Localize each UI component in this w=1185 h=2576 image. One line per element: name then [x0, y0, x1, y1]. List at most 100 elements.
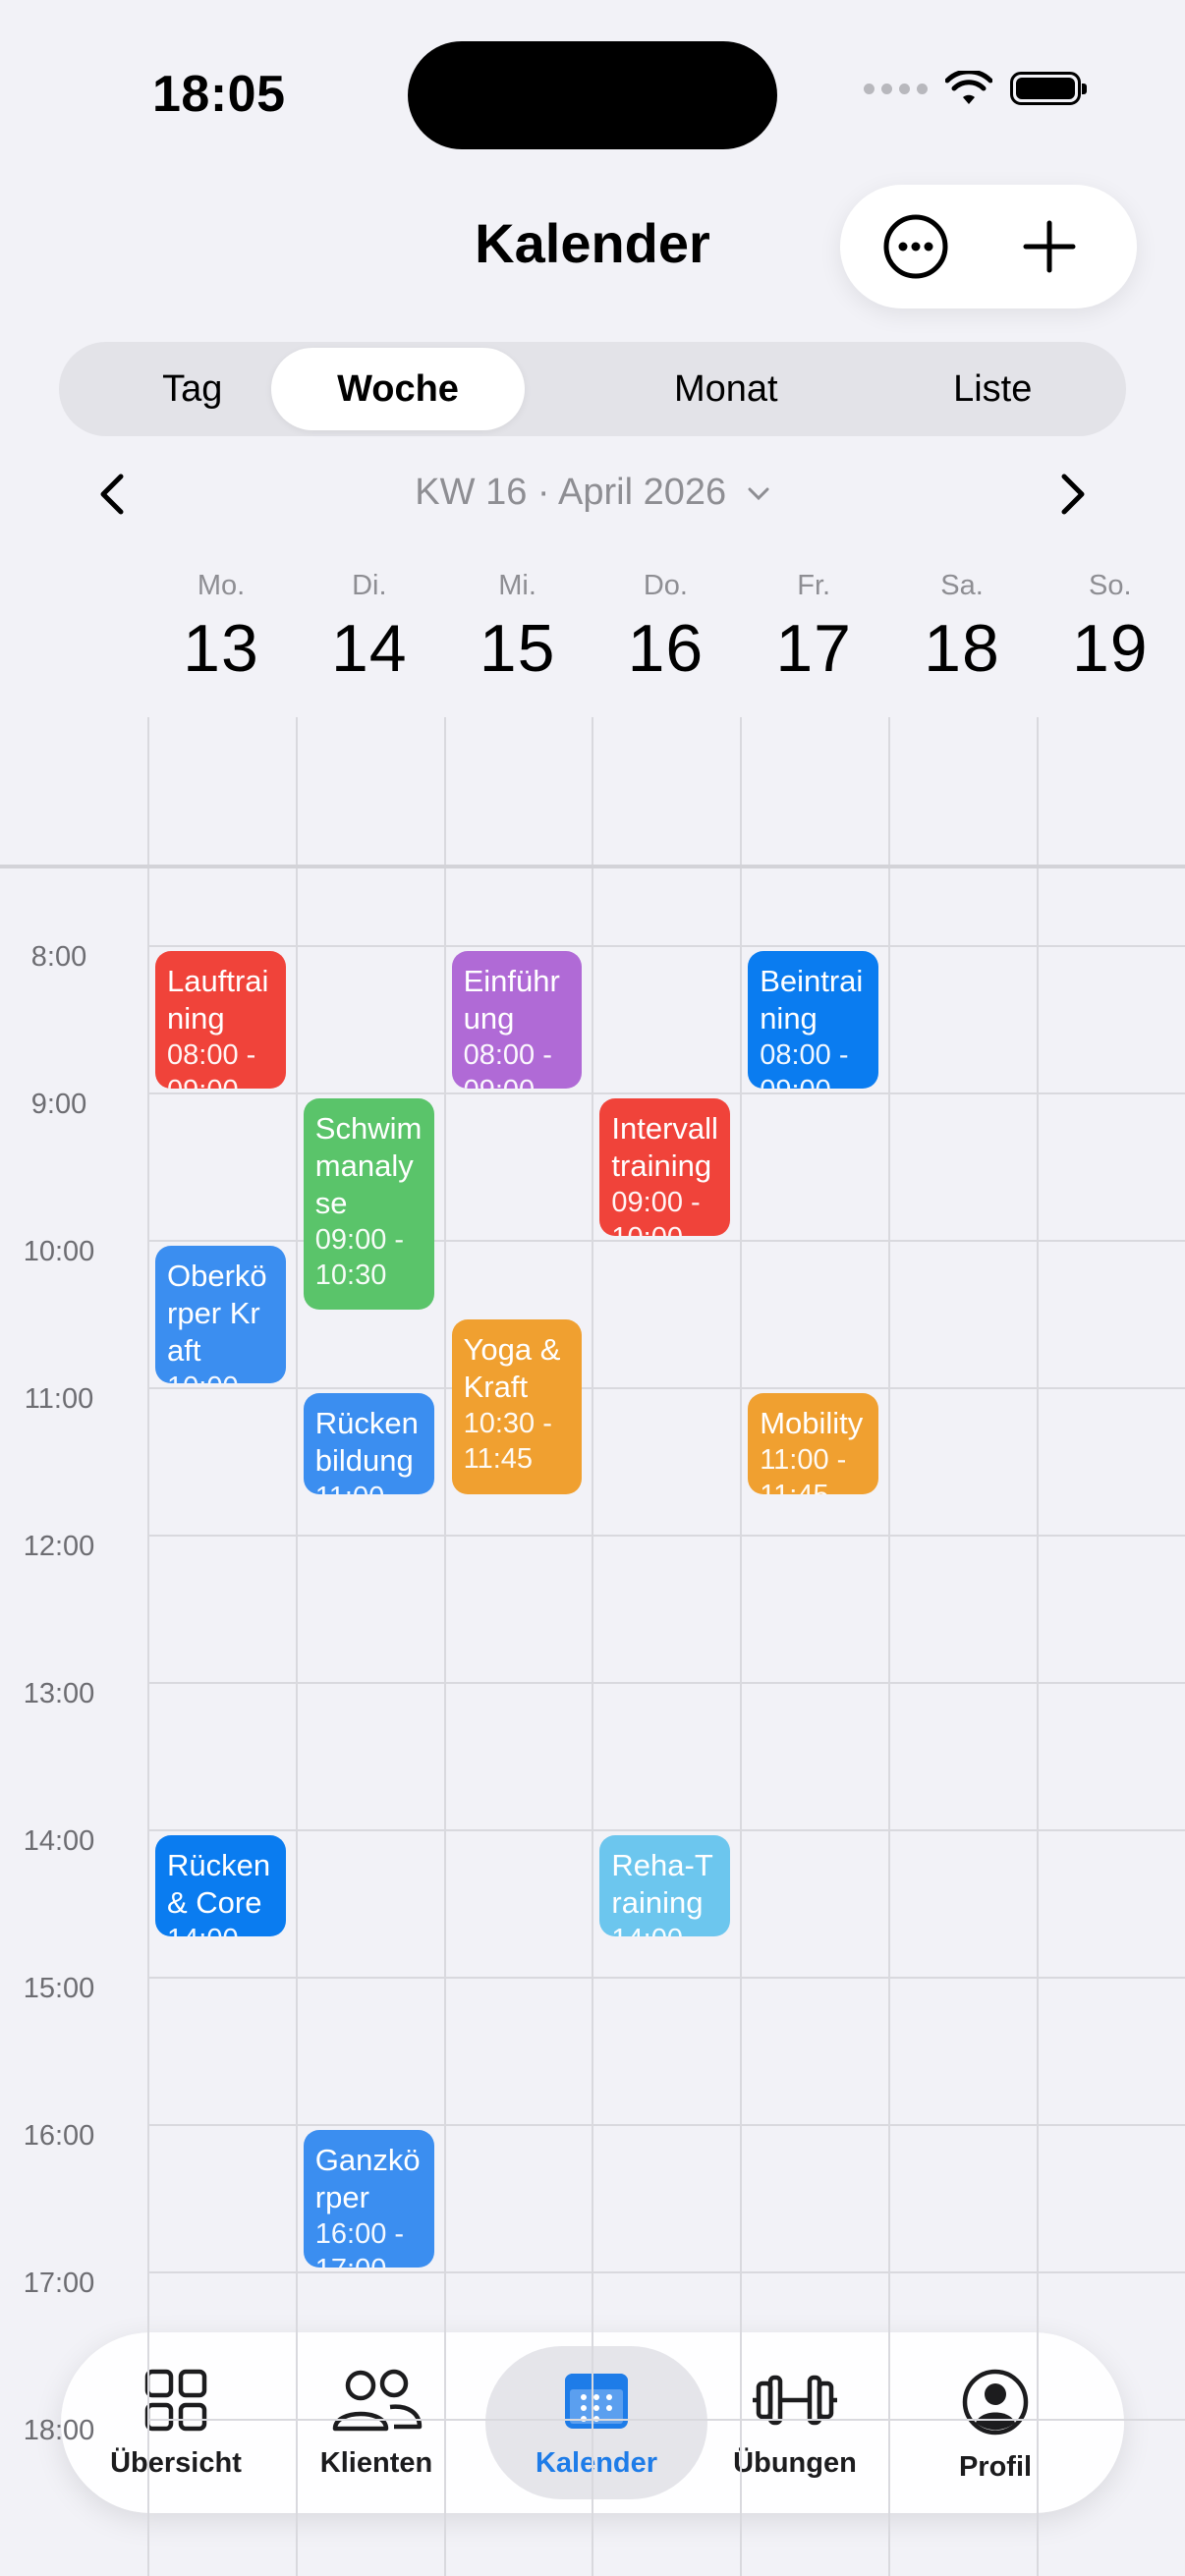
- hour-line: [147, 2419, 1185, 2421]
- grid-icon: [143, 2368, 208, 2437]
- next-week-button[interactable]: [1045, 467, 1100, 522]
- calendar-event[interactable]: Reha-Training 14:00 - 14:45: [599, 1835, 731, 1936]
- hour-label: 9:00: [30, 1089, 87, 1120]
- all-day-separator: [0, 865, 1185, 868]
- tab-liste[interactable]: Liste: [866, 348, 1121, 430]
- day-name: So.: [1089, 570, 1132, 601]
- event-title: Intervalltraining: [611, 1111, 718, 1183]
- column-divider: [1036, 717, 1039, 2576]
- calendar-event[interactable]: Lauftraining08:00 - 09:00: [155, 951, 286, 1089]
- tab-uebungen[interactable]: Übungen: [694, 2346, 896, 2499]
- event-time: 14:00 - 14:45: [611, 1922, 718, 1936]
- day-header-13[interactable]: Mo. 13: [147, 570, 295, 687]
- people-icon: [329, 2368, 423, 2437]
- day-header-14[interactable]: Di. 14: [296, 570, 443, 687]
- event-title: Reha-Training: [611, 1848, 713, 1920]
- tab-klienten[interactable]: Klienten: [275, 2346, 478, 2499]
- day-number: 16: [627, 611, 705, 686]
- day-header-17[interactable]: Fr. 17: [740, 570, 887, 687]
- day-name: Sa.: [940, 570, 984, 601]
- hour-line: [147, 1535, 1185, 1537]
- calendar-event[interactable]: Mobility 11:00 - 11:45: [748, 1393, 878, 1494]
- week-selector[interactable]: KW 16 · April 2026: [0, 472, 1185, 514]
- calendar-event[interactable]: Rücken & Core 14:00 - 14:45: [155, 1835, 286, 1936]
- person-circle-icon: [961, 2368, 1030, 2441]
- signal-icon: [864, 83, 928, 94]
- hour-label: 16:00: [23, 2120, 95, 2152]
- column-divider: [740, 717, 743, 2576]
- event-time: 08:00 - 09:00: [167, 1039, 256, 1089]
- event-time: 08:00 - 09:00: [463, 1039, 552, 1089]
- day-name: Mi.: [498, 570, 536, 601]
- hour-line: [147, 1977, 1185, 1979]
- event-title: Ganzkörper: [314, 2143, 421, 2214]
- event-title: Rückenbildung: [314, 1406, 419, 1478]
- view-mode-segmented: Tag Woche Monat Liste: [59, 342, 1126, 436]
- calendar-event[interactable]: Beintraining08:00 - 09:00: [748, 951, 878, 1089]
- tab-label: Profil: [958, 2451, 1033, 2483]
- week-label: KW 16 · April 2026: [415, 472, 727, 513]
- battery-icon: [1010, 72, 1087, 105]
- calendar-icon: [562, 2368, 631, 2437]
- day-header-16[interactable]: Do. 16: [592, 570, 739, 687]
- calendar-event[interactable]: Ganzkörper16:00 - 17:00: [303, 2130, 434, 2268]
- hour-label: 15:00: [23, 1973, 95, 2004]
- day-header-18[interactable]: Sa. 18: [888, 570, 1036, 687]
- day-header-19[interactable]: So. 19: [1037, 570, 1184, 687]
- hour-label: 18:00: [23, 2415, 95, 2446]
- chevron-right-icon: [1061, 474, 1085, 515]
- header-actions: [840, 185, 1137, 308]
- day-name: Mo.: [197, 570, 246, 601]
- hour-line: [147, 2124, 1185, 2126]
- hour-label: 12:00: [23, 1531, 95, 1562]
- plus-icon: [1023, 220, 1076, 273]
- calendar-event[interactable]: Oberkörper Kraft 10:00 - 11:00: [155, 1246, 286, 1383]
- tab-kalender[interactable]: Kalender: [485, 2346, 707, 2499]
- day-number: 15: [479, 611, 556, 686]
- day-name: Fr.: [797, 570, 831, 601]
- hour-line: [147, 1387, 1185, 1389]
- day-number: 18: [924, 611, 1000, 686]
- tab-label: Übungen: [733, 2447, 857, 2479]
- hour-label: 8:00: [30, 941, 87, 973]
- tab-monat[interactable]: Monat: [598, 348, 854, 430]
- day-number: 19: [1071, 611, 1149, 686]
- day-number: 17: [775, 611, 852, 686]
- hour-line: [147, 1829, 1185, 1831]
- hour-label: 14:00: [23, 1825, 95, 1857]
- dumbbell-icon: [751, 2368, 839, 2437]
- event-title: Beintraining: [760, 964, 864, 1036]
- day-name: Di.: [352, 570, 387, 601]
- event-time: 11:00 - 11:45: [315, 1480, 423, 1494]
- event-time: 14:00 - 14:45: [167, 1922, 274, 1936]
- tab-woche[interactable]: Woche: [271, 348, 525, 430]
- calendar-event[interactable]: Schwimmanalyse 09:00 - 10:30: [303, 1098, 434, 1310]
- event-title: Mobility: [760, 1406, 864, 1440]
- event-time: 16:00 - 17:00: [314, 2218, 405, 2268]
- day-number: 13: [183, 611, 259, 686]
- hour-line: [147, 1682, 1185, 1684]
- hour-label: 13:00: [23, 1678, 95, 1709]
- more-button[interactable]: [876, 207, 955, 286]
- event-time: 08:00 - 09:00: [760, 1039, 849, 1089]
- status-time: 18:05: [152, 66, 286, 123]
- tab-profil[interactable]: Profil: [894, 2346, 1097, 2499]
- calendar-event[interactable]: Intervalltraining09:00 - 10:00: [599, 1098, 731, 1236]
- calendar-event[interactable]: Yoga & Kraft 10:30 - 11:45: [451, 1319, 583, 1494]
- column-divider: [295, 717, 298, 2576]
- hour-label: 11:00: [24, 1383, 94, 1415]
- event-title: Einführung: [463, 964, 560, 1036]
- chevron-down-icon: [748, 487, 769, 501]
- calendar-event[interactable]: Rückenbildung 11:00 - 11:45: [303, 1393, 434, 1494]
- hour-label: 10:00: [23, 1236, 95, 1267]
- day-name: Do.: [643, 570, 688, 601]
- day-header-15[interactable]: Mi. 15: [444, 570, 592, 687]
- column-divider: [147, 717, 149, 2576]
- hour-line: [147, 1092, 1185, 1094]
- event-title: Oberkörper Kraft: [167, 1259, 267, 1368]
- status-icons: [864, 71, 1087, 106]
- calendar-event[interactable]: Einführung08:00 - 09:00: [451, 951, 583, 1089]
- event-time: 11:00 - 11:45: [760, 1444, 847, 1494]
- tab-label: Übersicht: [110, 2447, 242, 2479]
- add-button[interactable]: [1010, 207, 1089, 286]
